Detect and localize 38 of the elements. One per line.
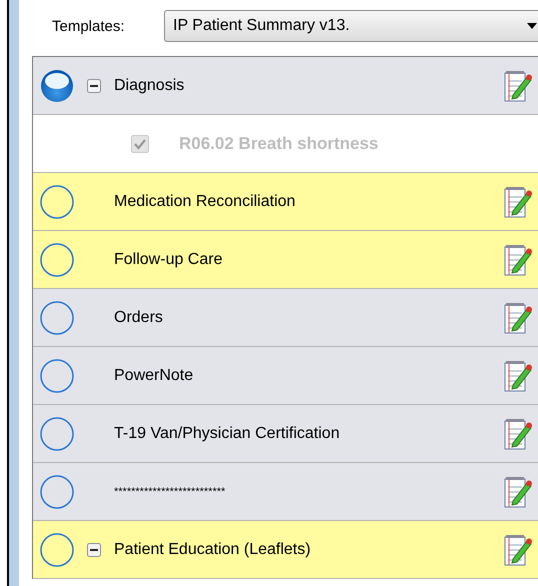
section-row[interactable]: Patient Education (Leaflets) [33,521,538,579]
templates-dropdown[interactable]: IP Patient Summary v13. [164,10,538,42]
section-title: Medication Reconciliation [114,192,296,210]
section-title: PowerNote [114,366,194,384]
empty-circle-icon[interactable] [40,300,74,334]
empty-circle-icon[interactable] [40,416,74,450]
collapse-icon[interactable] [87,78,101,92]
section-title: Patient Education (Leaflets) [114,540,312,558]
notepad-pencil-icon[interactable] [503,242,533,276]
notepad-pencil-icon[interactable] [503,532,533,566]
empty-circle-icon[interactable] [40,474,74,508]
section-row[interactable]: Follow-up Care [33,231,538,289]
notepad-pencil-icon[interactable] [503,416,533,450]
section-title: Orders [114,308,164,326]
section-title: T-19 Van/Physician Certification [114,424,341,442]
section-row[interactable]: Medication Reconciliation [33,173,538,231]
section-row[interactable]: PowerNote [33,347,538,405]
collapse-icon[interactable] [87,542,101,556]
notepad-pencil-icon[interactable] [503,184,533,218]
templates-label: Templates: [52,18,126,34]
filled-circle-icon[interactable] [40,68,74,102]
notepad-pencil-icon[interactable] [503,300,533,334]
empty-circle-icon[interactable] [40,358,74,392]
empty-circle-icon[interactable] [40,532,74,566]
section-row[interactable]: T-19 Van/Physician Certification [33,405,538,463]
section-title: Follow-up Care [114,250,224,268]
notepad-pencil-icon[interactable] [503,358,533,392]
section-row[interactable]: Diagnosis [33,57,538,115]
notepad-pencil-icon[interactable] [503,68,533,102]
empty-circle-icon[interactable] [40,184,74,218]
section-title: Diagnosis [114,76,186,94]
empty-circle-icon[interactable] [40,242,74,276]
diagnosis-label: R06.02 Breath shortness [179,134,378,154]
section-row[interactable]: Orders [33,289,538,347]
section-row[interactable]: ************************** [33,463,538,521]
notepad-pencil-icon[interactable] [503,474,533,508]
caret-icon [527,23,537,29]
section-title: ************************** [114,486,226,498]
